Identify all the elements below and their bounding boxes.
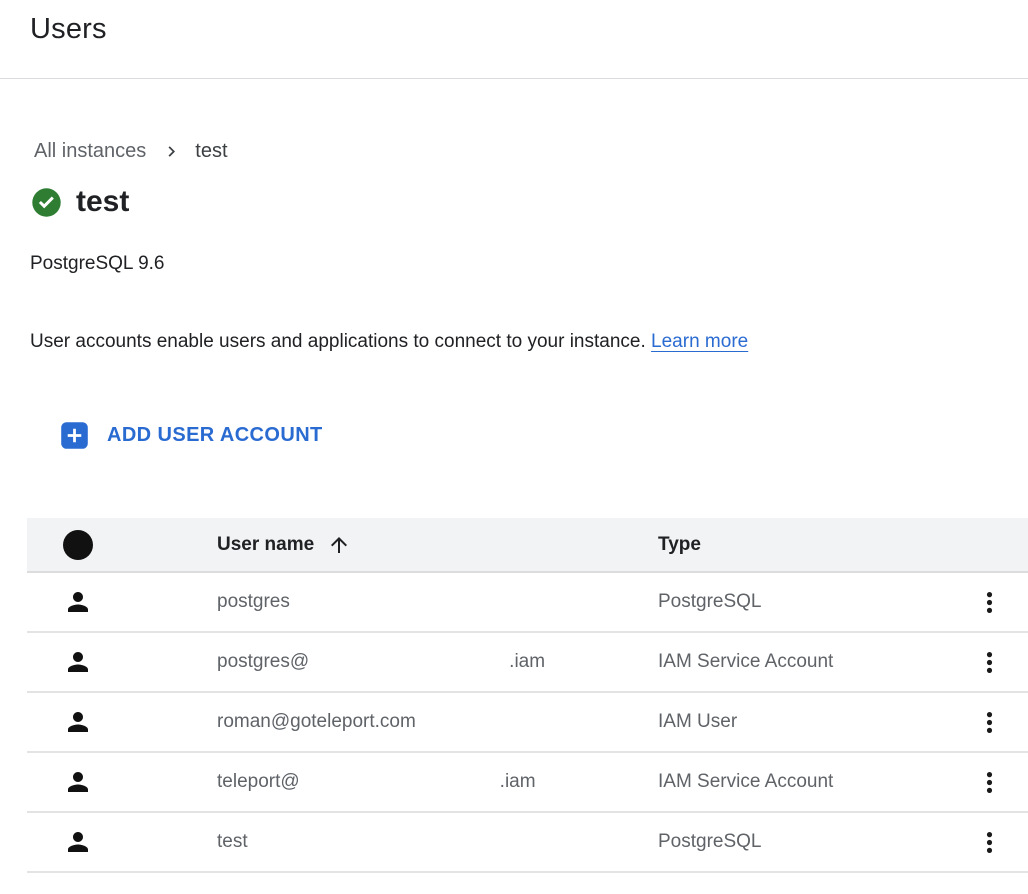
breadcrumb-all-instances[interactable]: All instances <box>34 140 146 163</box>
user-type-cell: PostgreSQL <box>658 831 950 853</box>
user-type-cell: IAM Service Account <box>658 771 950 793</box>
table-row: roman@goteleport.com IAM User <box>27 693 1028 753</box>
row-menu-kebab-icon[interactable] <box>974 827 1005 858</box>
column-header-type[interactable]: Type <box>658 534 950 556</box>
person-icon <box>63 587 93 617</box>
page-title: Users <box>0 0 1028 46</box>
user-name-cell: test <box>217 831 658 853</box>
row-menu-kebab-icon[interactable] <box>974 767 1005 798</box>
person-icon <box>63 707 93 737</box>
table-row: postgres@.iam IAM Service Account <box>27 633 1028 693</box>
page-header: Users <box>0 0 1028 79</box>
instance-engine-version: PostgreSQL 9.6 <box>30 253 1028 275</box>
table-header-row: User name Type <box>27 518 1028 573</box>
intro-sentence: User accounts enable users and applicati… <box>30 331 646 352</box>
add-user-account-button[interactable]: ADD USER ACCOUNT <box>60 421 323 450</box>
person-icon <box>63 767 93 797</box>
status-ok-icon <box>31 187 62 218</box>
user-name-cell: postgres@.iam <box>217 651 658 673</box>
sort-ascending-arrow-icon <box>327 533 351 557</box>
table-row: postgres PostgreSQL <box>27 573 1028 633</box>
row-menu-kebab-icon[interactable] <box>974 707 1005 738</box>
user-name-header-label: User name <box>217 534 314 556</box>
type-header-label: Type <box>658 534 701 556</box>
breadcrumb: All instances test <box>34 140 1028 163</box>
user-name-cell: roman@goteleport.com <box>217 711 658 733</box>
instance-heading: test <box>31 185 1028 219</box>
user-name-cell: postgres <box>217 591 658 613</box>
row-menu-kebab-icon[interactable] <box>974 587 1005 618</box>
instance-name: test <box>76 185 129 219</box>
users-table: User name Type postgres PostgreSQL <box>27 518 1028 873</box>
intro-text: User accounts enable users and applicati… <box>30 331 1028 353</box>
plus-square-icon <box>60 421 89 450</box>
user-type-cell: PostgreSQL <box>658 591 950 613</box>
person-icon <box>63 647 93 677</box>
filled-circle-icon <box>63 530 93 560</box>
user-type-cell: IAM Service Account <box>658 651 950 673</box>
chevron-right-icon <box>161 141 182 162</box>
user-name-cell: teleport@.iam <box>217 771 658 793</box>
person-icon <box>63 827 93 857</box>
breadcrumb-current: test <box>195 140 227 163</box>
add-user-account-label: ADD USER ACCOUNT <box>107 424 323 447</box>
table-row: test PostgreSQL <box>27 813 1028 873</box>
main-content: All instances test test PostgreSQL 9.6 U… <box>0 140 1028 873</box>
row-menu-kebab-icon[interactable] <box>974 647 1005 678</box>
column-header-user-name[interactable]: User name <box>217 533 658 557</box>
table-row: teleport@.iam IAM Service Account <box>27 753 1028 813</box>
avatar-column-header <box>27 530 217 560</box>
user-type-cell: IAM User <box>658 711 950 733</box>
learn-more-link[interactable]: Learn more <box>651 331 748 352</box>
